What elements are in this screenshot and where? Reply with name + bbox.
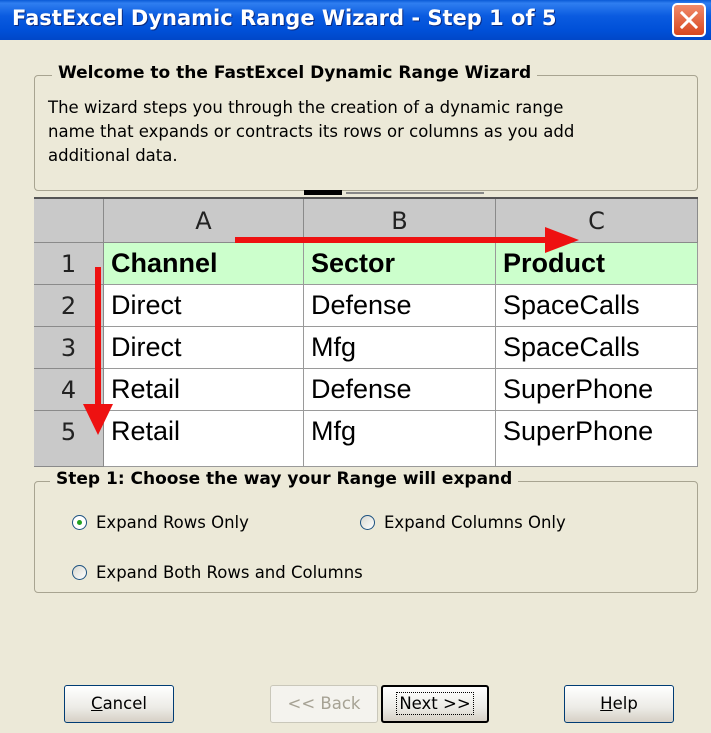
next-button[interactable]: Next >>	[381, 685, 489, 723]
description-line: additional data.	[48, 146, 178, 165]
radio-button-selected[interactable]	[72, 515, 87, 530]
back-label: << Back	[287, 694, 361, 713]
window-title: FastExcel Dynamic Range Wizard - Step 1 …	[12, 6, 557, 30]
welcome-description: The wizard steps you through the creatio…	[48, 96, 688, 168]
next-label: Next >>	[396, 692, 474, 715]
sheet-top-mark	[304, 190, 342, 195]
close-button[interactable]	[672, 3, 706, 37]
back-button[interactable]: << Back	[270, 685, 378, 723]
cancel-button[interactable]: Cancel	[64, 685, 174, 723]
cancel-label: ancel	[102, 694, 147, 713]
wizard-dialog: FastExcel Dynamic Range Wizard - Step 1 …	[0, 0, 711, 733]
welcome-heading: Welcome to the FastExcel Dynamic Range W…	[52, 63, 538, 83]
help-mnemonic: H	[600, 694, 613, 713]
radio-button[interactable]	[72, 565, 87, 580]
cancel-mnemonic: C	[91, 694, 103, 713]
expand-rows-arrow	[83, 267, 113, 435]
option-expand-both[interactable]: Expand Both Rows and Columns	[72, 563, 363, 582]
option-expand-columns[interactable]: Expand Columns Only	[360, 513, 566, 532]
step-heading: Step 1: Choose the way your Range will e…	[50, 469, 519, 489]
description-line: name that expands or contracts its rows …	[48, 122, 575, 141]
sheet-top-line	[346, 192, 484, 194]
help-label: elp	[612, 694, 638, 713]
radio-button[interactable]	[360, 515, 375, 530]
expand-arrows	[83, 227, 579, 435]
title-bar[interactable]: FastExcel Dynamic Range Wizard - Step 1 …	[0, 0, 711, 40]
option-label: Expand Columns Only	[384, 513, 566, 532]
help-button[interactable]: Help	[564, 685, 674, 723]
option-label: Expand Rows Only	[96, 513, 249, 532]
description-line: The wizard steps you through the creatio…	[48, 98, 564, 117]
spreadsheet-illustration: A B C 1 2 3 4 5 Channel Sector Product D…	[34, 197, 698, 467]
close-icon	[680, 11, 698, 29]
option-expand-rows[interactable]: Expand Rows Only	[72, 513, 249, 532]
expand-columns-arrow	[235, 227, 579, 253]
option-label: Expand Both Rows and Columns	[96, 563, 363, 582]
